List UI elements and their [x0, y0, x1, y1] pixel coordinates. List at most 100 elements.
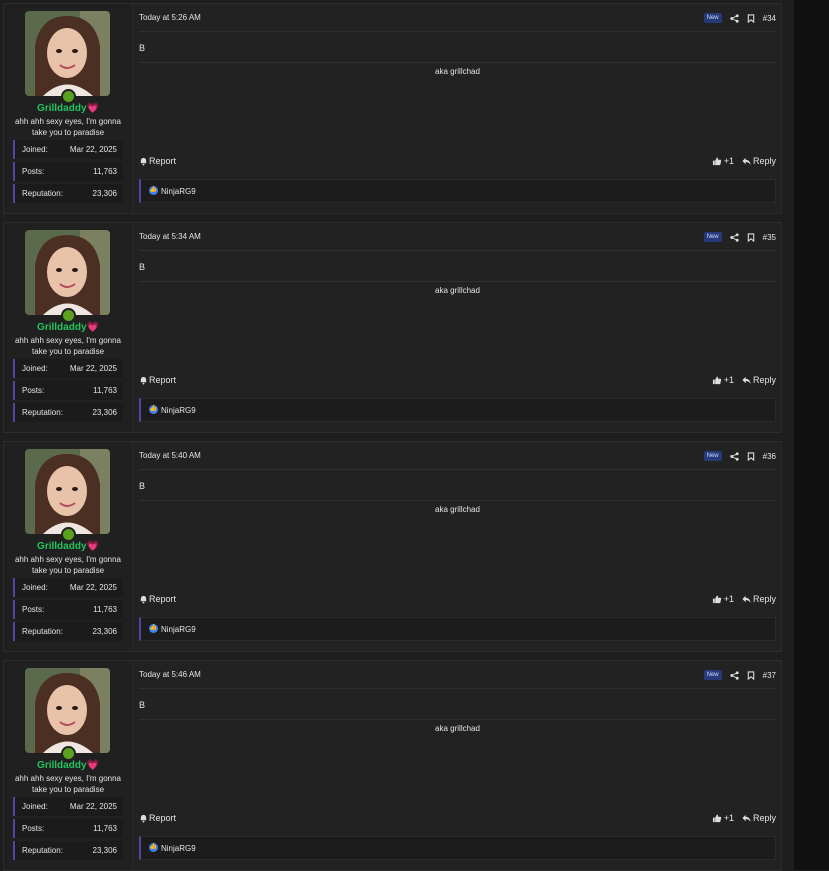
user-title: ahh ahh sexy eyes, I'm gonna take you to… — [14, 774, 122, 794]
page-scroll-gutter — [794, 0, 829, 870]
post-timestamp[interactable]: Today at 5:46 AM — [139, 670, 201, 679]
reply-button[interactable]: Reply — [742, 375, 776, 385]
bookmark-icon[interactable] — [747, 670, 755, 680]
post-37: Grilldaddy💗 ahh ahh sexy eyes, I'm gonna… — [3, 660, 782, 871]
thumbs-up-icon — [712, 156, 721, 165]
thumbs-up-icon — [712, 594, 721, 603]
stat-reputation: Reputation: 23,306 — [13, 841, 123, 860]
signature: aka grillchad — [435, 286, 480, 295]
like-button[interactable]: +1 — [712, 813, 734, 823]
reactions-bar[interactable]: 👍 NinjaRG9 — [139, 617, 776, 641]
like-button[interactable]: +1 — [712, 594, 734, 604]
user-info-panel: Grilldaddy💗 ahh ahh sexy eyes, I'm gonna… — [4, 223, 133, 432]
divider — [139, 688, 776, 689]
online-status-indicator — [61, 527, 76, 542]
stat-joined: Joined: Mar 22, 2025 — [13, 797, 123, 816]
heart-icon: 💗 — [86, 541, 99, 552]
reactor-name[interactable]: NinjaRG9 — [161, 844, 196, 853]
divider — [139, 62, 776, 63]
post-36: Grilldaddy💗 ahh ahh sexy eyes, I'm gonna… — [3, 441, 782, 652]
reply-button[interactable]: Reply — [742, 813, 776, 823]
username[interactable]: Grilldaddy💗 — [4, 541, 132, 552]
reactions-bar[interactable]: 👍 NinjaRG9 — [139, 179, 776, 203]
thumbs-up-icon — [712, 375, 721, 384]
share-icon[interactable] — [730, 670, 739, 680]
like-reaction-icon: 👍 — [149, 624, 158, 633]
report-button[interactable]: Report — [139, 594, 176, 604]
bell-icon — [140, 157, 147, 166]
user-info-panel: Grilldaddy💗 ahh ahh sexy eyes, I'm gonna… — [4, 4, 133, 213]
heart-icon: 💗 — [86, 322, 99, 333]
post-timestamp[interactable]: Today at 5:34 AM — [139, 232, 201, 241]
bookmark-icon[interactable] — [747, 13, 755, 23]
reactor-name[interactable]: NinjaRG9 — [161, 406, 196, 415]
stat-posts: Posts: 11,763 — [13, 162, 123, 181]
bell-icon — [140, 595, 147, 604]
like-button[interactable]: +1 — [712, 156, 734, 166]
post-body: B — [139, 43, 146, 53]
reply-button[interactable]: Reply — [742, 156, 776, 166]
heart-icon: 💗 — [86, 760, 99, 771]
username[interactable]: Grilldaddy💗 — [4, 322, 132, 333]
username[interactable]: Grilldaddy💗 — [4, 103, 132, 114]
reactor-name[interactable]: NinjaRG9 — [161, 625, 196, 634]
post-timestamp[interactable]: Today at 5:26 AM — [139, 13, 201, 22]
new-badge: New — [703, 13, 722, 23]
like-reaction-icon: 👍 — [149, 843, 158, 852]
post-content: Today at 5:40 AM New #36 B aka grillchad… — [139, 442, 776, 651]
user-info-panel: Grilldaddy💗 ahh ahh sexy eyes, I'm gonna… — [4, 661, 133, 870]
post-number[interactable]: #36 — [763, 452, 776, 461]
signature: aka grillchad — [435, 67, 480, 76]
share-icon[interactable] — [730, 13, 739, 23]
user-title: ahh ahh sexy eyes, I'm gonna take you to… — [14, 555, 122, 575]
divider — [139, 719, 776, 720]
reactions-bar[interactable]: 👍 NinjaRG9 — [139, 398, 776, 422]
post-number[interactable]: #34 — [763, 14, 776, 23]
post-body: B — [139, 262, 146, 272]
thumbs-up-icon — [712, 813, 721, 822]
like-reaction-icon: 👍 — [149, 405, 158, 414]
heart-icon: 💗 — [86, 103, 99, 114]
reply-icon — [742, 814, 751, 822]
user-info-panel: Grilldaddy💗 ahh ahh sexy eyes, I'm gonna… — [4, 442, 133, 651]
report-button[interactable]: Report — [139, 813, 176, 823]
new-badge: New — [703, 232, 722, 242]
share-icon[interactable] — [730, 232, 739, 242]
username[interactable]: Grilldaddy💗 — [4, 760, 132, 771]
new-badge: New — [703, 670, 722, 680]
user-title: ahh ahh sexy eyes, I'm gonna take you to… — [14, 117, 122, 137]
bell-icon — [140, 376, 147, 385]
stat-posts: Posts: 11,763 — [13, 381, 123, 400]
stat-joined: Joined: Mar 22, 2025 — [13, 578, 123, 597]
reply-button[interactable]: Reply — [742, 594, 776, 604]
post-34: Grilldaddy💗 ahh ahh sexy eyes, I'm gonna… — [3, 3, 782, 214]
post-content: Today at 5:34 AM New #35 B aka grillchad… — [139, 223, 776, 432]
stat-reputation: Reputation: 23,306 — [13, 622, 123, 641]
like-button[interactable]: +1 — [712, 375, 734, 385]
avatar[interactable] — [25, 449, 110, 534]
post-content: Today at 5:26 AM New #34 B aka grillchad… — [139, 4, 776, 213]
bell-icon — [140, 814, 147, 823]
reactor-name[interactable]: NinjaRG9 — [161, 187, 196, 196]
share-icon[interactable] — [730, 451, 739, 461]
avatar[interactable] — [25, 668, 110, 753]
stat-reputation: Reputation: 23,306 — [13, 403, 123, 422]
bookmark-icon[interactable] — [747, 232, 755, 242]
report-button[interactable]: Report — [139, 375, 176, 385]
divider — [139, 469, 776, 470]
post-number[interactable]: #37 — [763, 671, 776, 680]
divider — [139, 31, 776, 32]
avatar[interactable] — [25, 11, 110, 96]
new-badge: New — [703, 451, 722, 461]
bookmark-icon[interactable] — [747, 451, 755, 461]
stat-posts: Posts: 11,763 — [13, 600, 123, 619]
reactions-bar[interactable]: 👍 NinjaRG9 — [139, 836, 776, 860]
report-button[interactable]: Report — [139, 156, 176, 166]
signature: aka grillchad — [435, 724, 480, 733]
post-timestamp[interactable]: Today at 5:40 AM — [139, 451, 201, 460]
post-number[interactable]: #35 — [763, 233, 776, 242]
online-status-indicator — [61, 746, 76, 761]
avatar[interactable] — [25, 230, 110, 315]
post-body: B — [139, 481, 146, 491]
stat-joined: Joined: Mar 22, 2025 — [13, 359, 123, 378]
